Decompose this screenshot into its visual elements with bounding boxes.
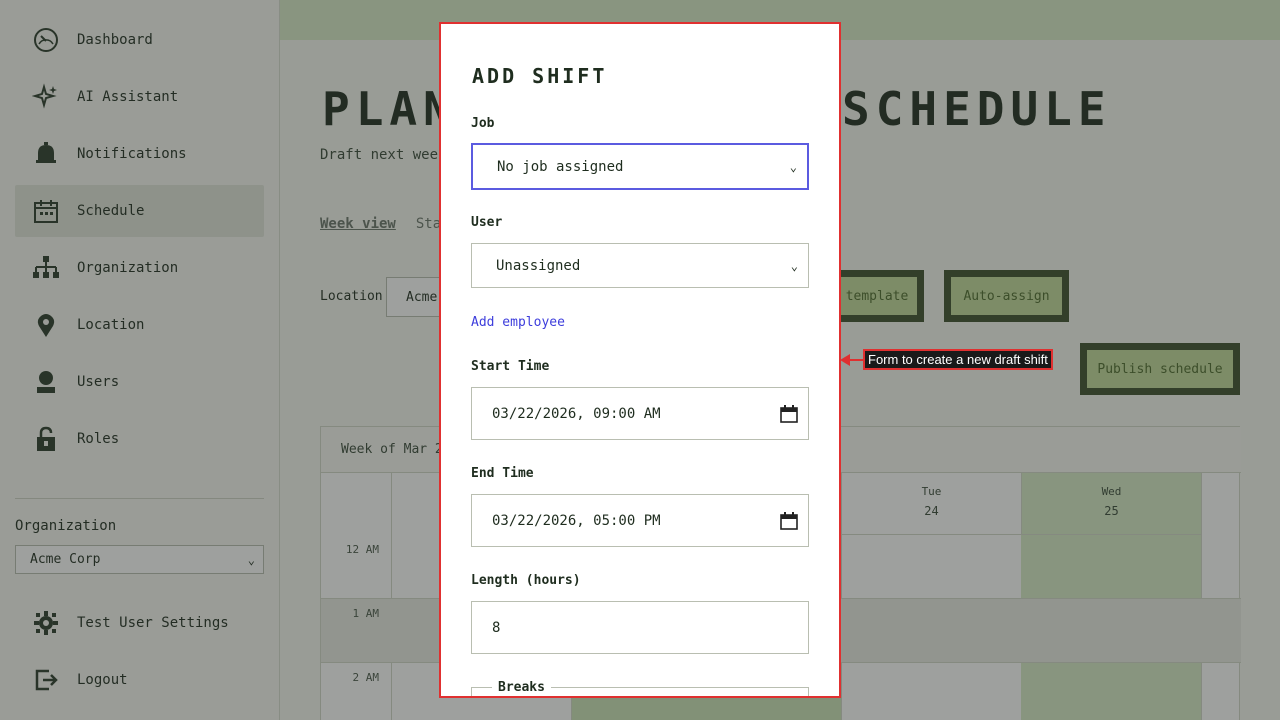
job-select[interactable]: No job assigned ⌄ <box>471 143 809 190</box>
length-label: Length (hours) <box>471 573 581 588</box>
add-employee-link[interactable]: Add employee <box>471 315 565 330</box>
calendar-icon[interactable] <box>780 404 798 423</box>
breaks-fieldset: Breaks <box>471 680 809 696</box>
length-value: 8 <box>492 619 501 636</box>
start-time-value: 03/22/2026, 09:00 AM <box>492 405 661 422</box>
job-select-value: No job assigned <box>497 158 624 175</box>
annotation-label: Form to create a new draft shift <box>863 349 1053 370</box>
job-label: Job <box>471 116 495 131</box>
user-select-value: Unassigned <box>496 257 581 274</box>
annotation-arrow-icon <box>840 354 865 366</box>
calendar-icon[interactable] <box>780 511 798 530</box>
user-label: User <box>471 215 503 230</box>
modal-title: ADD SHIFT <box>472 64 608 88</box>
user-select[interactable]: Unassigned ⌄ <box>471 243 809 288</box>
chevron-down-icon: ⌄ <box>789 159 797 174</box>
end-time-value: 03/22/2026, 05:00 PM <box>492 512 661 529</box>
end-time-label: End Time <box>471 466 534 481</box>
breaks-legend: Breaks <box>492 680 551 695</box>
chevron-down-icon: ⌄ <box>790 258 798 273</box>
end-time-input[interactable]: 03/22/2026, 05:00 PM <box>471 494 809 547</box>
add-shift-modal: ADD SHIFT Job No job assigned ⌄ User Una… <box>439 22 841 698</box>
start-time-label: Start Time <box>471 359 550 374</box>
start-time-input[interactable]: 03/22/2026, 09:00 AM <box>471 387 809 440</box>
length-input[interactable]: 8 <box>471 601 809 654</box>
